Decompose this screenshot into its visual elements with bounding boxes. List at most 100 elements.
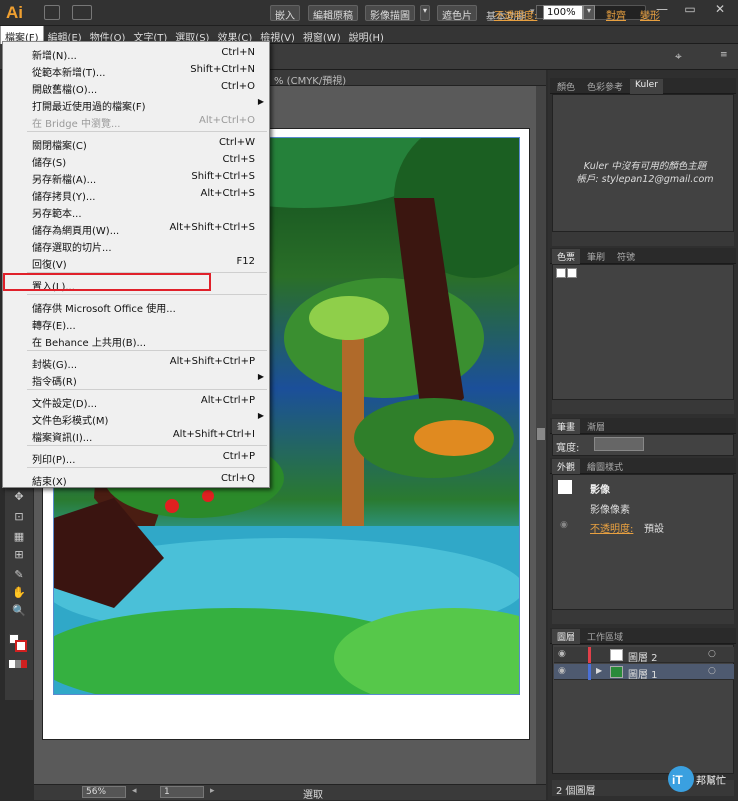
zoom-tool-icon[interactable]: 🔍 — [11, 604, 27, 618]
tab-kuler[interactable]: Kuler — [630, 79, 663, 94]
svg-text:iT: iT — [672, 773, 683, 787]
none-swatch-icon[interactable] — [556, 268, 566, 278]
zoom-level-select[interactable]: 56% — [82, 786, 126, 798]
file-menu-item[interactable]: 文件色彩模式(M) ▶ — [4, 409, 269, 427]
visibility-icon[interactable]: ◉ — [560, 520, 568, 530]
registration-swatch-icon[interactable] — [567, 268, 577, 278]
color-mode-icons[interactable] — [9, 660, 27, 668]
arrange-documents-icon[interactable] — [72, 5, 92, 20]
place-item-highlight — [3, 273, 211, 291]
file-menu-item[interactable]: 儲存為網頁用(W)... Alt+Shift+Ctrl+S — [4, 219, 269, 237]
target-circle-icon[interactable]: ○ — [708, 649, 716, 659]
layer-color-bar — [588, 664, 591, 680]
image-trace-dropdown-icon[interactable]: ▾ — [420, 5, 430, 21]
layer-name[interactable]: 圖層 2 — [628, 649, 658, 664]
isolate-icon[interactable]: ⌖ — [675, 49, 682, 64]
edit-original-button[interactable]: 編輯原稿 — [308, 5, 358, 22]
chevron-down-icon[interactable]: ▾ — [583, 5, 595, 20]
layer-row[interactable]: ◉ 圖層 1 ○ ▶ — [554, 664, 734, 681]
file-menu-item[interactable]: 儲存拷貝(Y)... Alt+Ctrl+S — [4, 185, 269, 203]
visibility-eye-icon[interactable]: ◉ — [558, 666, 566, 676]
file-menu-item[interactable]: 指令碼(R) ▶ — [4, 370, 269, 388]
menu-8[interactable]: 說明(H) — [345, 26, 388, 44]
free-transform-tool-icon[interactable]: ⊡ — [11, 510, 27, 524]
next-artboard-icon[interactable]: ▸ — [210, 786, 215, 796]
tab-layers[interactable]: 圖層 — [552, 629, 581, 644]
align-link[interactable]: 對齊 — [606, 7, 626, 22]
tab-brushes[interactable]: 筆刷 — [582, 249, 610, 264]
shortcut-label: Ctrl+W — [218, 137, 255, 148]
appearance-panel-footer — [552, 610, 734, 624]
mask-button[interactable]: 遮色片 — [437, 5, 477, 22]
tab-graphic-styles[interactable]: 繪圖樣式 — [582, 459, 628, 474]
file-menu-item[interactable]: 文件設定(D)... Alt+Ctrl+P — [4, 392, 269, 410]
tab-color[interactable]: 顏色 — [552, 79, 580, 94]
kuler-empty-text: Kuler 中沒有可用的顏色主題 — [583, 161, 707, 172]
shortcut-label: Alt+Ctrl+O — [199, 115, 255, 126]
appearance-item[interactable]: 影像像素 — [590, 501, 630, 516]
appearance-thumbnail — [558, 480, 572, 494]
file-menu-item[interactable]: 回復(V) F12 — [4, 253, 269, 271]
appearance-opacity-link[interactable]: 不透明度: — [590, 520, 633, 535]
tab-gradient[interactable]: 漸層 — [582, 419, 610, 434]
tab-symbols[interactable]: 符號 — [612, 249, 640, 264]
expand-triangle-icon[interactable]: ▶ — [596, 666, 602, 675]
opacity-link[interactable]: 不透明度: — [494, 7, 537, 22]
file-menu-item[interactable]: 在 Behance 上共用(B)... — [4, 331, 269, 349]
appearance-panel-tabs: 外觀 繪圖樣式 — [550, 458, 736, 474]
file-menu-item[interactable]: 檔案資訊(I)... Alt+Shift+Ctrl+I — [4, 426, 269, 444]
svg-text:邦幫忙: 邦幫忙 — [696, 774, 726, 787]
file-menu-item[interactable]: 開啟舊檔(O)... Ctrl+O — [4, 78, 269, 96]
file-menu-item[interactable]: 關閉檔案(C) Ctrl+W — [4, 134, 269, 152]
swatches-panel-footer — [552, 400, 734, 414]
file-menu-item[interactable]: 另存範本... — [4, 202, 269, 220]
previous-artboard-icon[interactable]: ◂ — [132, 786, 137, 796]
close-button[interactable]: ✕ — [708, 2, 732, 20]
tab-swatches[interactable]: 色票 — [552, 249, 581, 264]
opacity-input[interactable]: 100% — [543, 5, 583, 20]
tab-stroke[interactable]: 筆畫 — [552, 419, 581, 434]
rotate-tool-icon[interactable]: ✥ — [11, 490, 27, 504]
tab-color-guide[interactable]: 色彩參考 — [582, 79, 628, 94]
transform-link[interactable]: 變形 — [640, 7, 660, 22]
visibility-eye-icon[interactable]: ◉ — [558, 649, 566, 659]
appearance-panel-body — [552, 474, 734, 610]
file-menu-item[interactable]: 結束(X) Ctrl+Q — [4, 470, 269, 488]
bridge-icon[interactable] — [44, 5, 60, 20]
artboard-tool-icon[interactable]: ⊞ — [11, 548, 27, 562]
file-menu-item[interactable]: 新增(N)... Ctrl+N — [4, 44, 269, 62]
scrollbar-thumb[interactable] — [537, 428, 545, 440]
layer-thumbnail — [610, 666, 623, 678]
file-menu-item[interactable]: 封裝(G)... Alt+Shift+Ctrl+P — [4, 353, 269, 371]
app-logo: Ai — [6, 3, 23, 22]
shortcut-label: F12 — [236, 256, 255, 267]
panel-menu-icon[interactable]: ≡ — [720, 50, 728, 60]
file-menu-item[interactable]: 列印(P)... Ctrl+P — [4, 448, 269, 466]
menu-7[interactable]: 視窗(W) — [299, 26, 345, 44]
image-trace-button[interactable]: 影像描圖 — [365, 5, 415, 22]
layer-name[interactable]: 圖層 1 — [628, 666, 658, 681]
stroke-swatch-icon[interactable] — [15, 640, 27, 652]
file-menu-item[interactable]: 儲存供 Microsoft Office 使用... — [4, 297, 269, 315]
layer-row[interactable]: ◉ 圖層 2 ○ — [554, 647, 734, 664]
file-menu-item[interactable]: 打開最近使用過的檔案(F) ▶ — [4, 95, 269, 113]
file-menu-item[interactable]: 從範本新增(T)... Shift+Ctrl+N — [4, 61, 269, 79]
file-menu-item[interactable]: 轉存(E)... — [4, 314, 269, 332]
graph-tool-icon[interactable]: ▦ — [11, 530, 27, 544]
file-menu-item[interactable]: 儲存(S) Ctrl+S — [4, 151, 269, 169]
document-tab[interactable]: % (CMYK/預視) — [270, 70, 546, 87]
tab-appearance[interactable]: 外觀 — [552, 459, 581, 474]
target-circle-icon[interactable]: ○ — [708, 666, 716, 676]
artboard-number-select[interactable]: 1 — [160, 786, 204, 798]
slice-tool-icon[interactable]: ✎ — [11, 568, 27, 582]
file-menu-item[interactable]: 儲存選取的切片... — [4, 236, 269, 254]
maximize-button[interactable]: ▭ — [678, 2, 702, 20]
stroke-width-input[interactable] — [594, 437, 644, 451]
tab-artboards[interactable]: 工作區域 — [582, 629, 628, 644]
embed-button[interactable]: 嵌入 — [270, 5, 300, 22]
status-tool-text[interactable]: 選取 — [303, 786, 323, 801]
file-menu-item-label: 指令碼(R) — [32, 377, 77, 388]
hand-tool-icon[interactable]: ✋ — [11, 586, 27, 600]
appearance-title: 影像 — [590, 485, 610, 496]
file-menu-item[interactable]: 另存新檔(A)... Shift+Ctrl+S — [4, 168, 269, 186]
